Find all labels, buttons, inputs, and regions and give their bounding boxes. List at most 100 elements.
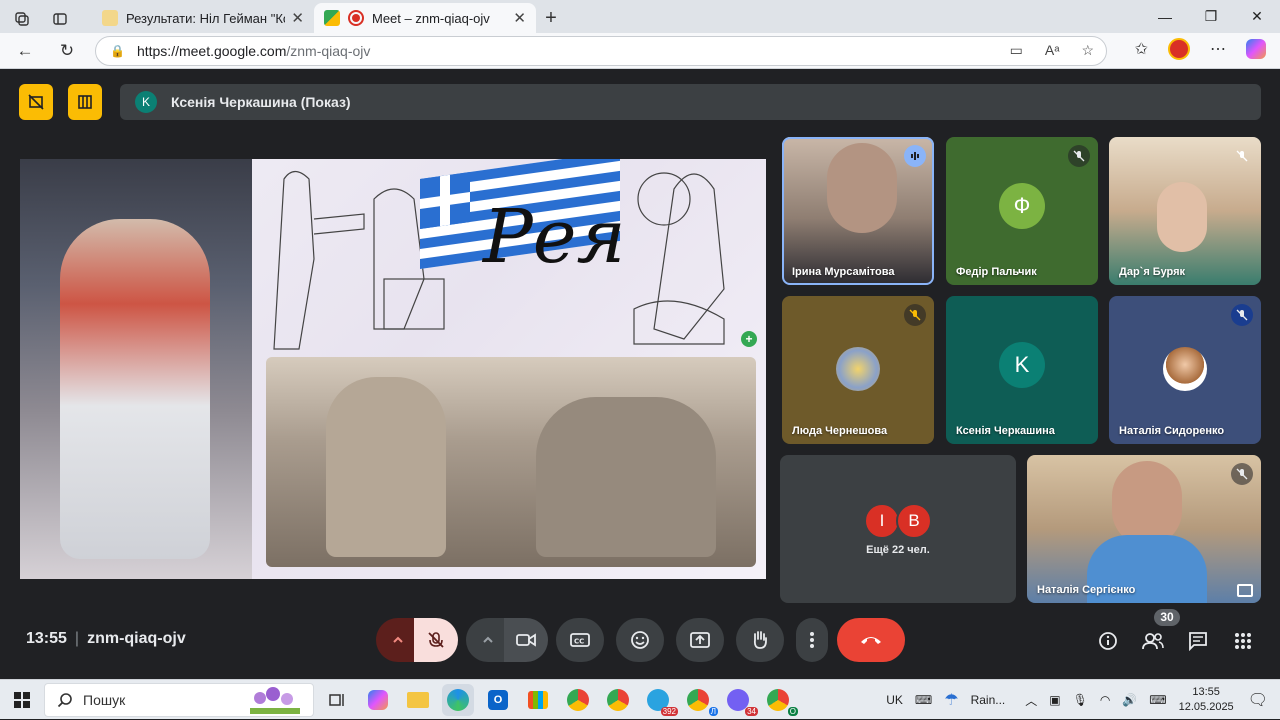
picture-in-picture-icon[interactable] [1237, 584, 1253, 597]
participant-tile[interactable]: K Ксенія Черкашина [946, 296, 1098, 444]
hide-presentation-button[interactable] [19, 84, 53, 120]
more-participants-tile[interactable]: І В Ещё 22 чел. [780, 455, 1016, 603]
presenter-avatar: K [135, 91, 157, 113]
layout-button[interactable] [68, 84, 102, 120]
tab-meet[interactable]: Meet – znm-qiaq-ojv ✕ [314, 3, 536, 33]
present-screen-icon [690, 632, 710, 648]
participant-name: Ірина Мурсамітова [792, 266, 895, 278]
chevron-up-icon[interactable]: ︿ [1025, 692, 1037, 709]
copilot-icon[interactable] [1246, 39, 1266, 59]
chrome-o-badge: О [787, 707, 798, 716]
meeting-details-button[interactable] [1093, 626, 1123, 656]
captions-button[interactable]: CC [556, 618, 604, 662]
wifi-icon[interactable]: ◠ [1100, 693, 1110, 707]
weather-label[interactable]: Rain... [971, 693, 1006, 707]
back-arrow-icon[interactable]: ← [8, 36, 42, 66]
workspaces-icon[interactable] [8, 5, 36, 33]
profile-avatar[interactable] [1168, 38, 1190, 60]
participant-tile[interactable]: Дар`я Буряк [1109, 137, 1261, 285]
windows-taskbar: Пошук O 392 Л 34 О UK ⌨ ☂ Rain... ︿ ▣ 🎙 … [0, 679, 1280, 719]
copilot-icon[interactable] [362, 684, 394, 716]
url-host: https://meet.google.com [136, 43, 287, 59]
presented-slide: Рея [20, 159, 766, 579]
participant-tile[interactable]: Наталія Сергієнко [1027, 455, 1261, 603]
participant-tile[interactable]: Наталія Сидоренко [1109, 296, 1261, 444]
new-tab-button[interactable]: + [536, 3, 566, 33]
tab-actions-icon[interactable] [46, 5, 74, 33]
chrome-icon[interactable] [562, 684, 594, 716]
meeting-info: 13:55 | znm-qiaq-ojv [26, 630, 186, 648]
weather-umbrella-icon[interactable]: ☂ [944, 690, 958, 710]
volume-icon[interactable]: 🔊 [1122, 693, 1137, 707]
layout-panels-icon [78, 95, 92, 109]
favorites-icon[interactable]: ✩ [1135, 39, 1148, 59]
meeting-time: 13:55 [26, 630, 67, 647]
presentation-off-icon [28, 94, 44, 110]
microphone-icon[interactable]: 🎙 [1073, 693, 1088, 707]
outlook-icon[interactable]: O [482, 684, 514, 716]
taskbar-apps: O 392 Л 34 О [322, 684, 798, 716]
start-button[interactable] [0, 680, 44, 720]
taskbar-search-input[interactable]: Пошук [44, 683, 314, 717]
close-tab-icon[interactable]: ✕ [291, 9, 304, 27]
participant-tile[interactable]: Люда Чернешова [782, 296, 934, 444]
reactions-button[interactable] [616, 618, 664, 662]
participant-avatar [1163, 347, 1207, 391]
address-input[interactable]: 🔒 https://meet.google.com/znm-qiaq-ojv ▭… [95, 36, 1107, 66]
search-icon [57, 693, 72, 708]
participant-avatar: І [864, 503, 900, 539]
system-tray: UK ⌨ ☂ Rain... ︿ ▣ 🎙 ◠ 🔊 ⌨ 13:55 12.05.2… [886, 680, 1280, 720]
more-vert-icon [810, 632, 814, 648]
window-controls: — ❐ ✕ [1142, 0, 1280, 33]
viber-icon[interactable]: 34 [722, 684, 758, 716]
close-tab-icon[interactable]: ✕ [513, 9, 526, 27]
read-aloud-icon[interactable]: Aᵃ [1045, 42, 1060, 59]
add-indicator-icon: + [741, 331, 757, 347]
store-icon[interactable] [522, 684, 554, 716]
file-explorer-icon[interactable] [402, 684, 434, 716]
task-view-icon[interactable] [322, 684, 354, 716]
meet-favicon-icon [324, 10, 340, 26]
leave-call-button[interactable] [837, 618, 905, 662]
more-options-icon[interactable]: ⋯ [1210, 39, 1226, 59]
chrome-profile-icon[interactable] [602, 684, 634, 716]
mic-off-icon [1231, 463, 1253, 485]
minimize-icon[interactable]: — [1142, 0, 1188, 33]
chrome-l-icon[interactable]: Л [682, 684, 718, 716]
telegram-icon[interactable]: 392 [642, 684, 678, 716]
favorite-star-icon[interactable]: ☆ [1081, 42, 1094, 59]
present-screen-button[interactable] [676, 618, 724, 662]
recording-icon [348, 10, 364, 26]
maximize-icon[interactable]: ❐ [1188, 0, 1234, 33]
chat-button[interactable] [1183, 626, 1213, 656]
keyboard-icon[interactable]: ⌨ [915, 693, 932, 707]
taskbar-clock[interactable]: 13:55 12.05.2025 [1179, 685, 1234, 715]
close-window-icon[interactable]: ✕ [1234, 0, 1280, 33]
edge-icon[interactable] [442, 684, 474, 716]
notifications-icon[interactable]: 🗨 [1248, 690, 1268, 710]
address-toolbar: ← ↻ 🔒 https://meet.google.com/znm-qiaq-o… [0, 33, 1280, 69]
chrome-o-icon[interactable]: О [762, 684, 798, 716]
activities-button[interactable] [1228, 626, 1258, 656]
refresh-icon[interactable]: ↻ [50, 36, 84, 66]
browser-tab-bar: Результати: Ніл Гейман "Коралін" ✕ Meet … [0, 0, 1280, 33]
hang-up-icon [861, 637, 881, 644]
tab-search-results[interactable]: Результати: Ніл Гейман "Коралін" ✕ [92, 3, 314, 33]
keyboard-layout-icon[interactable]: ⌨ [1149, 693, 1166, 707]
speaking-indicator-icon [904, 145, 926, 167]
people-button[interactable] [1138, 626, 1168, 656]
document-favicon-icon [102, 10, 118, 26]
camera-in-use-icon[interactable]: ▣ [1049, 693, 1060, 707]
participant-face [827, 143, 897, 233]
mic-off-icon [1231, 145, 1253, 167]
more-options-button[interactable] [796, 618, 828, 662]
meeting-code: znm-qiaq-ojv [87, 630, 186, 647]
chrome-l-badge: Л [708, 707, 718, 716]
camera-toggle-button[interactable] [504, 618, 548, 662]
mic-toggle-button[interactable] [414, 618, 458, 662]
camera-permission-icon[interactable]: ▭ [1010, 42, 1023, 59]
participant-tile[interactable]: Ф Федір Пальчик [946, 137, 1098, 285]
language-indicator[interactable]: UK [886, 693, 903, 707]
participant-tile[interactable]: Ірина Мурсамітова [782, 137, 934, 285]
raise-hand-button[interactable] [736, 618, 784, 662]
